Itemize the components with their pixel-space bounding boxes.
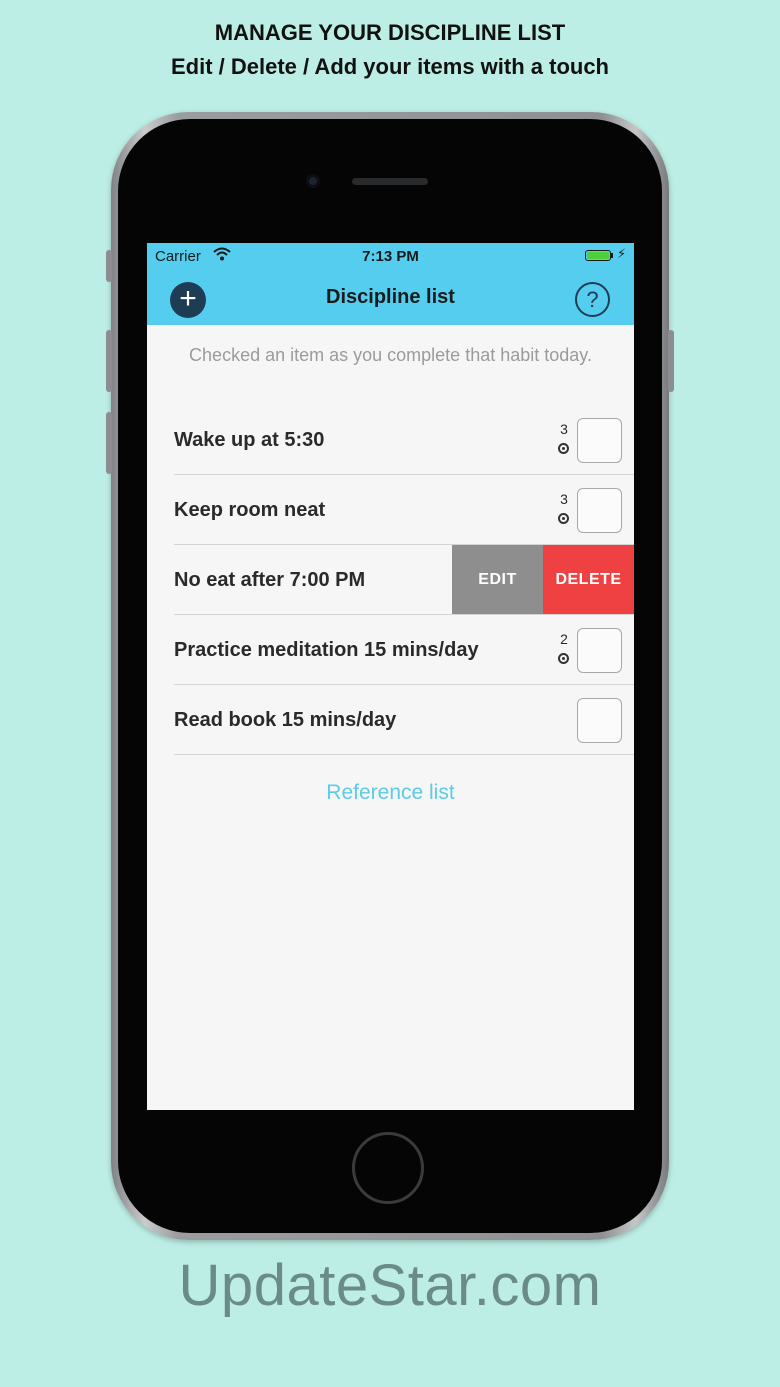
volume-up-button bbox=[106, 330, 112, 392]
promo-headline: MANAGE YOUR DISCIPLINE LIST bbox=[214, 20, 566, 45]
promo-subheadline: Edit / Delete / Add your items with a to… bbox=[170, 54, 609, 79]
nav-bar: + Discipline list ? bbox=[147, 269, 634, 325]
settings-icon[interactable] bbox=[558, 443, 569, 454]
earpiece-speaker bbox=[352, 178, 428, 185]
app-screen: Carrier 7:13 PM ⚡ + Discipline list ? Ch… bbox=[147, 243, 634, 1110]
list-item-swiped[interactable]: No eat after 7:00 PM EDIT DELETE bbox=[147, 545, 634, 615]
charging-bolt-icon: ⚡ bbox=[617, 246, 627, 261]
item-label: Practice meditation 15 mins/day bbox=[174, 639, 479, 661]
list-item[interactable]: Wake up at 5:30 3 bbox=[147, 405, 634, 475]
home-button[interactable] bbox=[352, 1132, 424, 1204]
power-button bbox=[668, 330, 674, 392]
battery-icon bbox=[585, 250, 611, 261]
volume-down-button bbox=[106, 412, 112, 474]
delete-button[interactable]: DELETE bbox=[543, 545, 634, 615]
edit-button[interactable]: EDIT bbox=[452, 545, 543, 615]
status-bar: Carrier 7:13 PM ⚡ bbox=[147, 243, 634, 269]
reference-list-link[interactable]: Reference list bbox=[147, 781, 634, 805]
item-checkbox[interactable] bbox=[577, 698, 622, 743]
settings-icon[interactable] bbox=[558, 653, 569, 664]
status-time: 7:13 PM bbox=[362, 248, 419, 265]
list-item[interactable]: Practice meditation 15 mins/day 2 bbox=[147, 615, 634, 685]
instructions-text: Checked an item as you complete that hab… bbox=[189, 345, 592, 365]
item-label: No eat after 7:00 PM bbox=[174, 569, 366, 591]
streak-count: 3 bbox=[560, 491, 568, 507]
battery-nub bbox=[611, 253, 613, 258]
streak-count: 2 bbox=[560, 631, 568, 647]
item-checkbox[interactable] bbox=[577, 418, 622, 463]
mute-switch bbox=[106, 250, 112, 282]
item-checkbox[interactable] bbox=[577, 628, 622, 673]
settings-icon[interactable] bbox=[558, 513, 569, 524]
help-button[interactable]: ? bbox=[575, 282, 610, 317]
page-title: Discipline list bbox=[326, 286, 455, 308]
item-label: Read book 15 mins/day bbox=[174, 709, 397, 731]
list-item[interactable]: Read book 15 mins/day bbox=[147, 685, 634, 755]
discipline-list: Wake up at 5:30 3 Keep room neat 3 No ea… bbox=[147, 405, 634, 755]
item-label: Wake up at 5:30 bbox=[174, 429, 325, 451]
battery-fill bbox=[587, 252, 609, 259]
list-item[interactable]: Keep room neat 3 bbox=[147, 475, 634, 545]
streak-count: 3 bbox=[560, 421, 568, 437]
watermark-logo: UpdateStar.com bbox=[178, 1253, 602, 1318]
item-label: Keep room neat bbox=[174, 499, 326, 521]
item-checkbox[interactable] bbox=[577, 488, 622, 533]
front-camera bbox=[306, 174, 320, 188]
